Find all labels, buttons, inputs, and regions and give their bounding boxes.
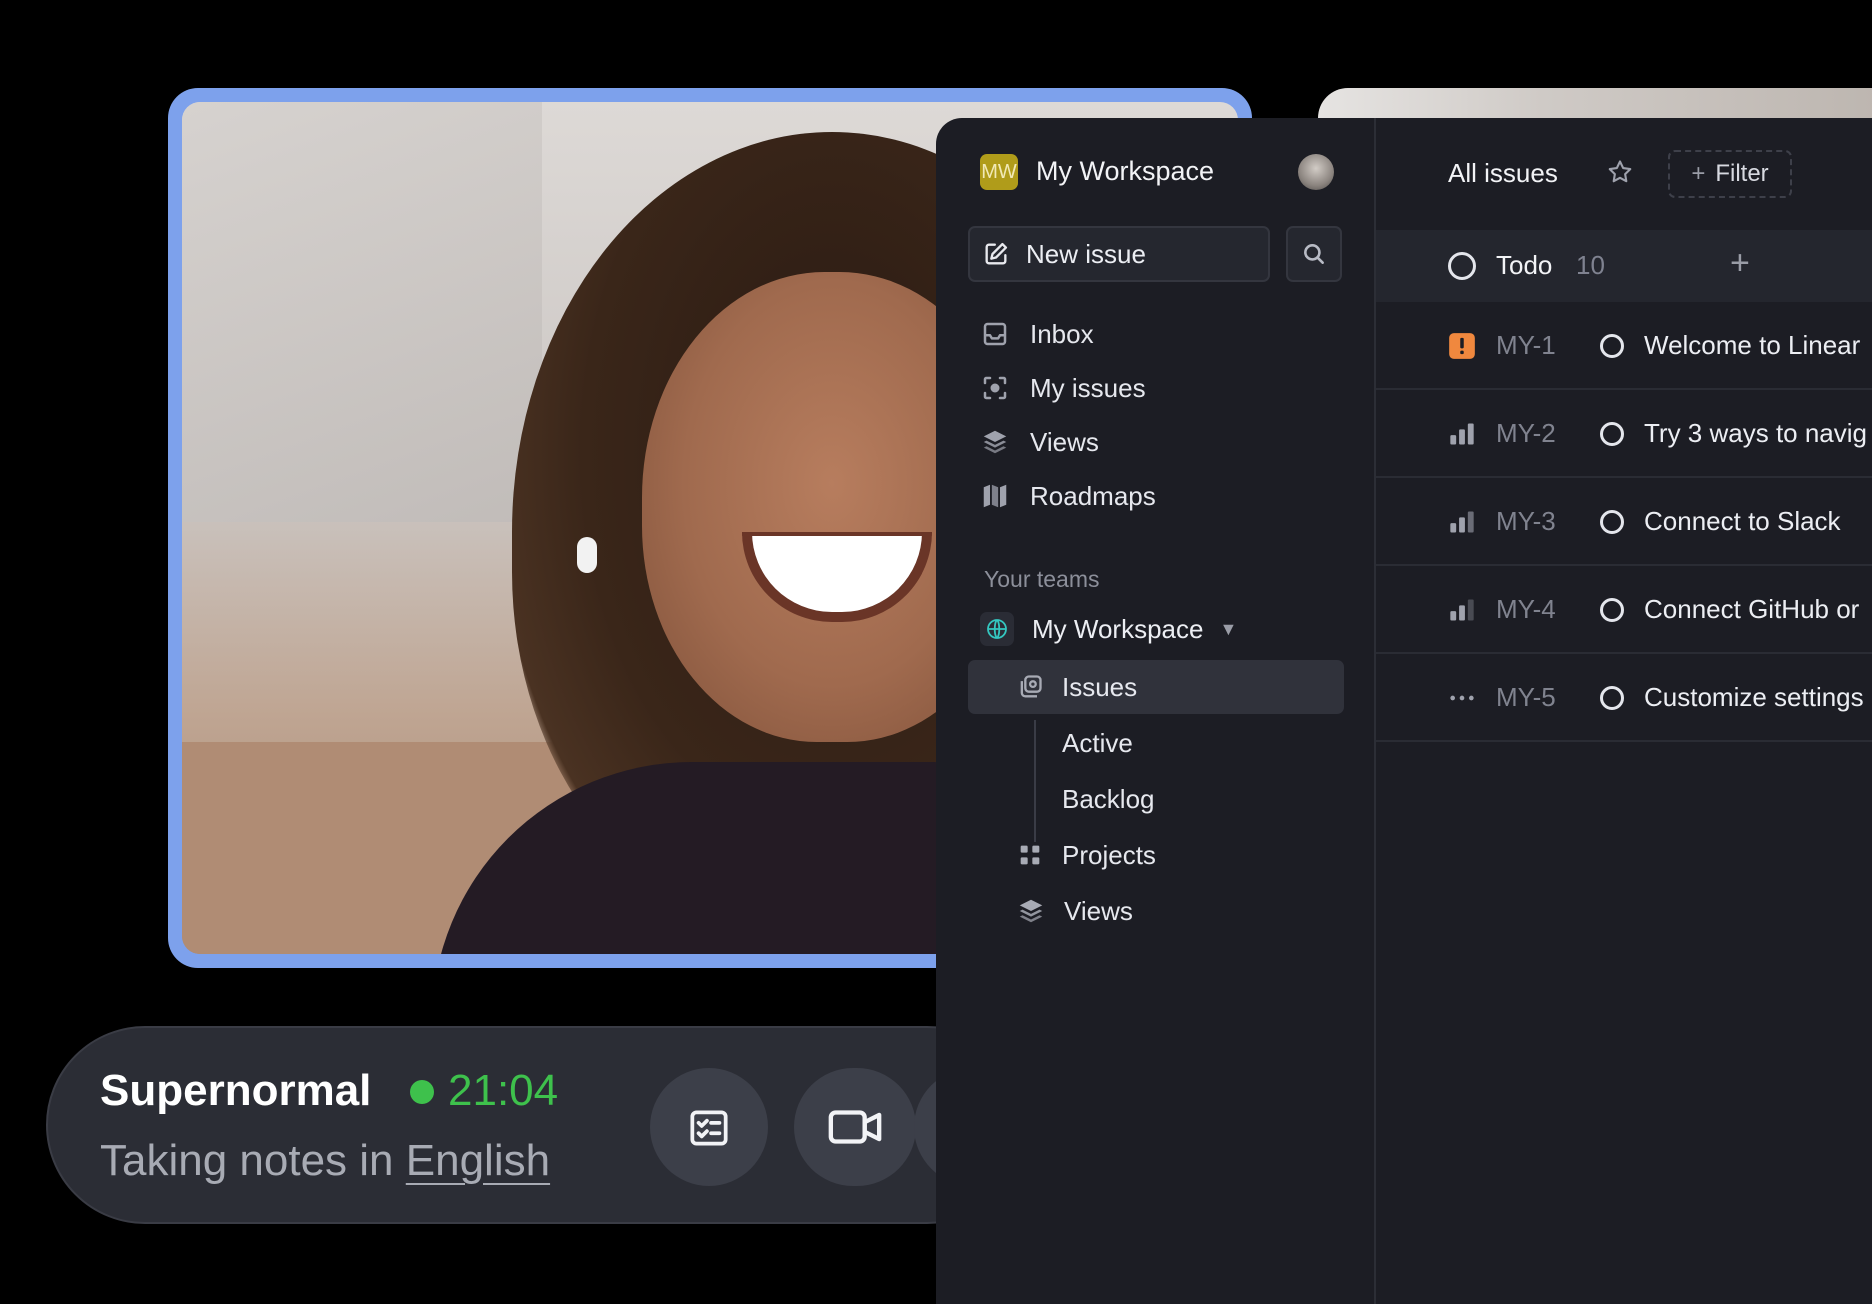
grid-icon [1020,845,1040,865]
todo-status-icon[interactable] [1600,510,1624,534]
sidebar-item-views[interactable]: Views [980,422,1099,462]
sidebar-item-active[interactable]: Active [1062,723,1133,763]
sidebar-item-my-issues[interactable]: My issues [980,368,1146,408]
filter-button[interactable]: + Filter [1668,150,1792,198]
compose-icon [985,242,1008,265]
video-background-panel [182,102,542,522]
table-row[interactable]: MY-3 Connect to Slack [1376,478,1872,566]
medium-priority-icon [1450,599,1474,621]
issues-icon [1020,675,1042,698]
filter-label: Filter [1715,160,1769,187]
table-row[interactable]: MY-5 Customize settings [1376,654,1872,742]
inbox-icon [983,322,1007,346]
sidebar-item-label: My issues [1030,372,1146,403]
map-icon [983,484,1007,508]
issue-title: Connect GitHub or [1644,594,1860,624]
language-selector[interactable]: English [406,1136,550,1185]
high-priority-icon [1450,423,1474,445]
user-avatar[interactable] [1298,154,1334,190]
workspace-name[interactable]: My Workspace [1036,156,1214,187]
issue-id: MY-2 [1496,418,1556,448]
no-priority-icon [1450,695,1474,701]
globe-icon [980,612,1014,646]
issue-title: Welcome to Linear [1644,330,1861,360]
workspace-badge[interactable]: MW [980,154,1018,190]
todo-status-icon[interactable] [1600,422,1624,446]
sidebar-item-inbox[interactable]: Inbox [980,314,1094,354]
issue-id: MY-4 [1496,594,1556,624]
sidebar-item-label: Views [1064,895,1133,926]
high-priority-icon [1450,511,1474,533]
issue-title: Customize settings [1644,682,1864,712]
urgent-priority-icon [1449,333,1475,359]
table-row[interactable]: MY-2 Try 3 ways to navig [1376,390,1872,478]
todo-status-icon[interactable] [1600,598,1624,622]
page-title: All issues [1448,158,1558,188]
sidebar-item-label: Projects [1062,839,1156,870]
search-icon [1304,244,1324,264]
new-issue-button[interactable]: New issue [968,226,1270,282]
star-icon [1608,160,1632,183]
add-issue-button[interactable]: + [1730,244,1750,283]
caret-down-icon: ▼ [1219,618,1238,639]
sidebar-item-label: Views [1030,426,1099,457]
search-button[interactable] [1286,226,1342,282]
team-name: My Workspace [1032,613,1204,644]
sidebar-item-projects[interactable]: Projects [1016,835,1156,875]
issue-title: Try 3 ways to navig [1644,418,1868,448]
issue-id: MY-5 [1496,682,1556,712]
call-timer: 21:04 [448,1066,559,1115]
todo-status-icon [1448,252,1476,280]
table-row[interactable]: MY-4 Connect GitHub or [1376,566,1872,654]
sidebar-item-issues[interactable]: Issues [1016,667,1137,707]
issue-id: MY-3 [1496,506,1556,536]
app-name: Supernormal [100,1066,372,1115]
recording-status-dot [410,1080,434,1104]
group-name: Todo [1496,250,1553,280]
issue-title: Connect to Slack [1644,506,1841,536]
issues-header: All issues + Filter [1376,118,1872,230]
participant-earbud [577,537,597,573]
group-header-todo[interactable]: Todo 10 + [1376,230,1872,302]
sidebar-item-label: Inbox [1030,318,1094,349]
sidebar-item-roadmaps[interactable]: Roadmaps [980,476,1156,516]
supernormal-widget: Supernormal 21:04 Taking notes in Englis… [46,1026,1032,1224]
sidebar-item-label: Issues [1062,671,1138,702]
todo-status-icon[interactable] [1600,686,1624,710]
my-issues-icon [983,376,1007,400]
layers-icon [1019,899,1043,923]
tree-connector [1034,720,1036,842]
layers-icon [983,430,1007,454]
issues-panel: All issues + Filter Todo 10 + MY-1 Welco… [1376,118,1872,1304]
camera-button[interactable] [794,1068,916,1186]
notes-status-prefix: Taking notes in [100,1136,394,1185]
favorite-button[interactable] [1606,158,1634,191]
sidebar-item-label: Backlog [1062,783,1155,814]
issue-id: MY-1 [1496,330,1556,360]
your-teams-heading: Your teams [984,566,1100,592]
sidebar-item-label: Roadmaps [1030,480,1156,511]
new-issue-label: New issue [1026,238,1146,269]
video-camera-icon [828,1110,882,1144]
todo-status-icon[interactable] [1600,334,1624,358]
table-row[interactable]: MY-1 Welcome to Linear [1376,302,1872,390]
linear-app-window: MW My Workspace New issue Inbox My issue… [936,118,1872,1304]
team-my-workspace[interactable]: My Workspace ▼ [980,612,1237,646]
sidebar-item-team-views[interactable]: Views [1016,891,1133,931]
checklist-icon [690,1110,728,1146]
group-count: 10 [1576,250,1605,280]
sidebar-item-backlog[interactable]: Backlog [1062,779,1155,819]
notes-status: Taking notes in English [100,1136,550,1186]
plus-icon: + [1691,160,1706,187]
sidebar-item-label: Active [1062,727,1133,758]
sidebar: MW My Workspace New issue Inbox My issue… [936,118,1376,1304]
notes-button[interactable] [650,1068,768,1186]
